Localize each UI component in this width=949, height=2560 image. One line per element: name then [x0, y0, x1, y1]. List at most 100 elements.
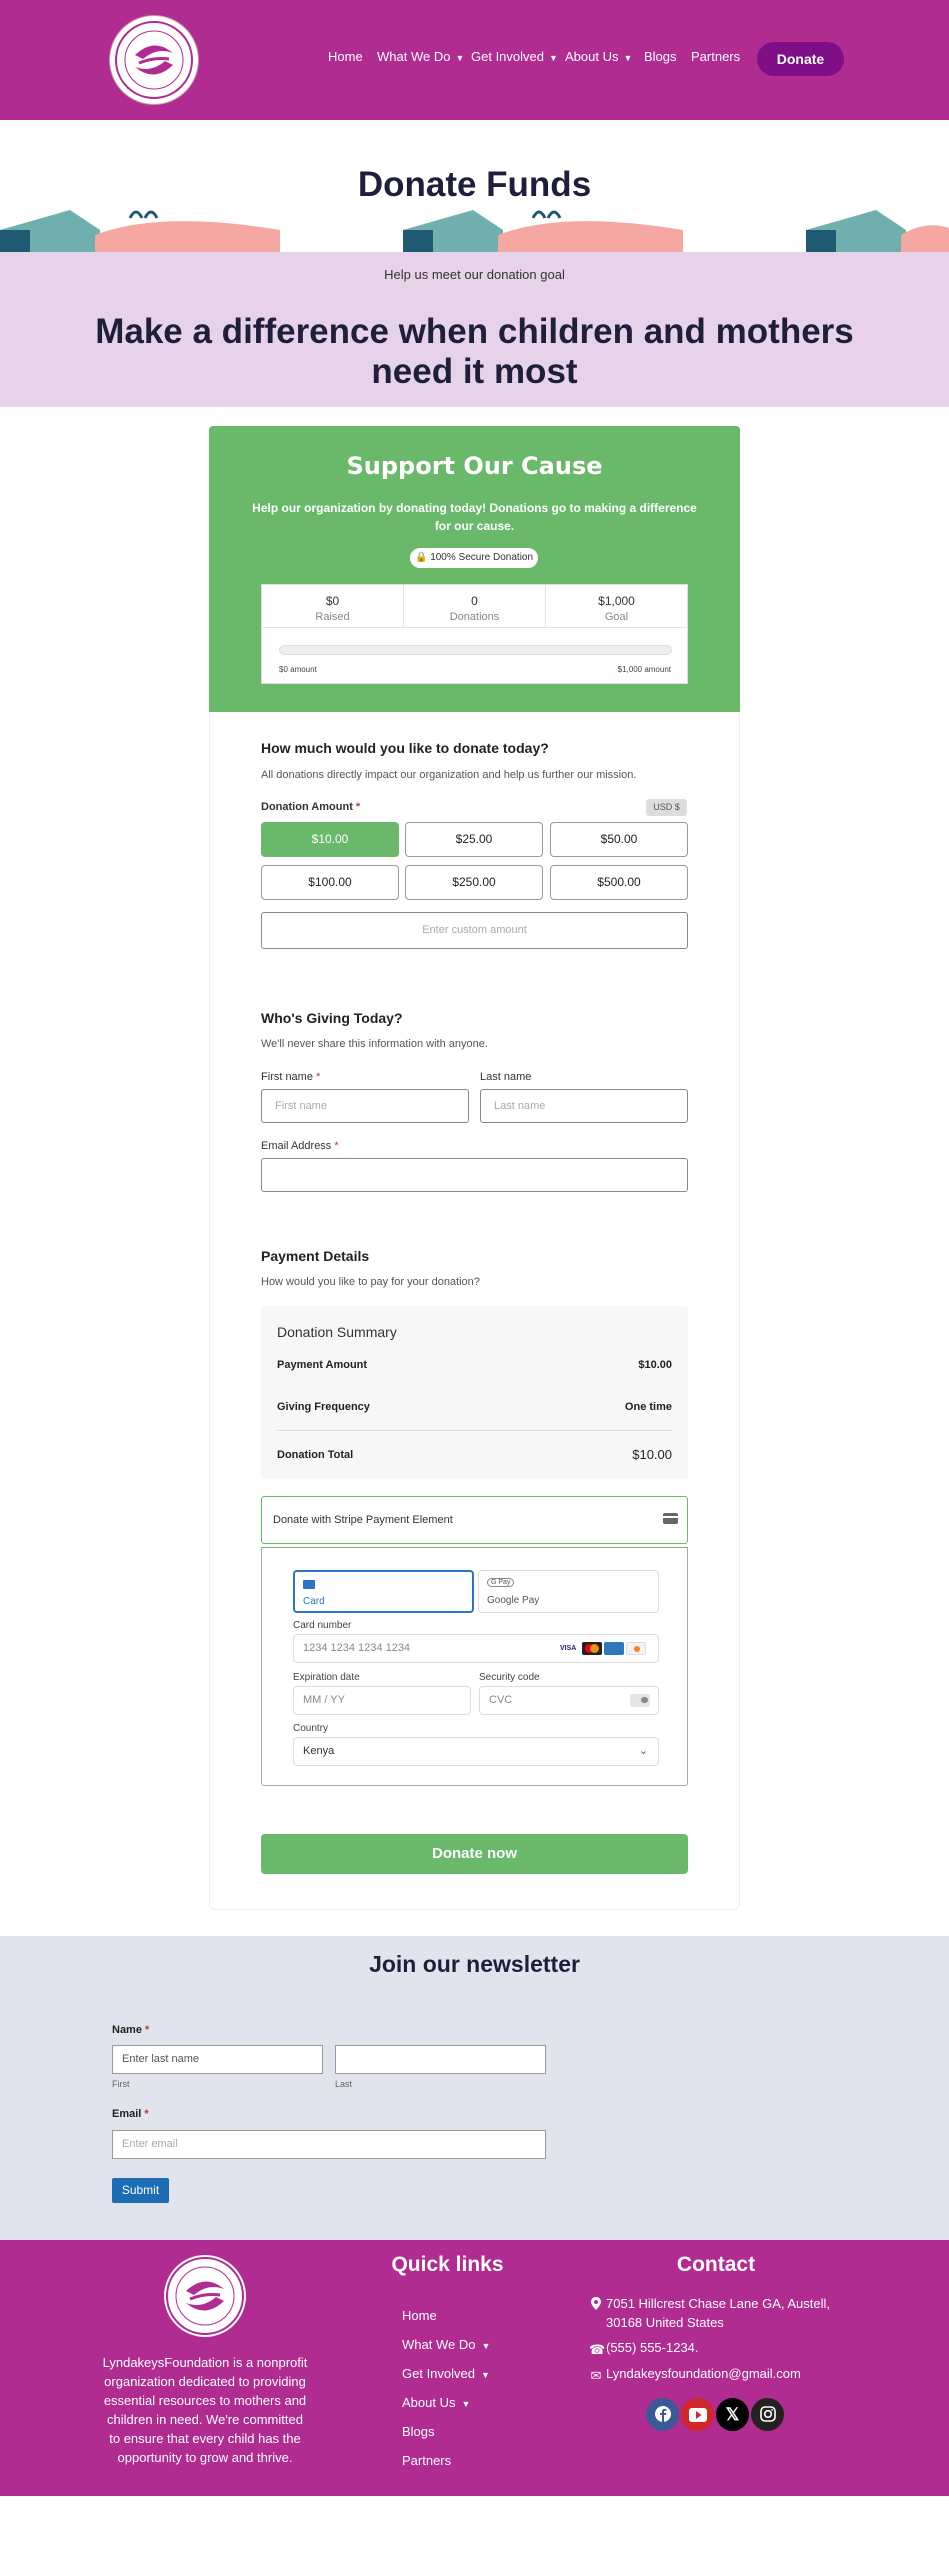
cvc-input[interactable]: CVC	[479, 1686, 659, 1715]
tab-google-pay[interactable]: G Pay Google Pay	[478, 1570, 659, 1613]
footer-link-about-us[interactable]: About Us ▼	[402, 2395, 470, 2410]
progress-max-label: $1,000 amount	[617, 665, 671, 674]
currency-badge: USD $	[646, 799, 687, 816]
last-sublabel: Last	[335, 2079, 353, 2089]
first-name-input[interactable]: First name	[261, 1089, 469, 1123]
amount-option-100[interactable]: $100.00	[261, 865, 399, 900]
footer-logo[interactable]	[164, 2255, 246, 2337]
contact-title: Contact	[676, 2253, 756, 2276]
email-address-input[interactable]	[261, 1158, 688, 1192]
nav-blogs[interactable]: Blogs	[644, 49, 677, 64]
footer-link-blogs[interactable]: Blogs	[402, 2424, 435, 2439]
hero-headline: Make a difference when children and moth…	[95, 312, 854, 391]
goal-progress-bar	[279, 645, 672, 655]
amount-option-500[interactable]: $500.00	[550, 865, 688, 900]
site-header: Home What We Do ▼ Get Involved ▼ About Us ▼…	[0, 0, 949, 120]
country-select[interactable]: Kenya ⌄	[293, 1737, 659, 1766]
secure-donation-badge: 🔒 100% Secure Donation	[410, 548, 538, 568]
stripe-payment-option[interactable]: Donate with Stripe Payment Element	[261, 1496, 688, 1544]
header-donate-button[interactable]: Donate	[757, 42, 844, 76]
google-pay-icon: G Pay	[487, 1578, 515, 1587]
donation-summary: Donation Summary Payment Amount $10.00 Gi…	[261, 1306, 688, 1479]
nav-what-we-do[interactable]: What We Do ▼	[377, 49, 464, 64]
newsletter-name-label: Name *	[112, 2024, 150, 2036]
chevron-down-icon: ▼	[481, 2370, 490, 2380]
amount-option-10[interactable]: $10.00	[261, 822, 399, 857]
stat-raised: $0 Raised	[262, 585, 404, 628]
donation-stats: $0 Raised 0 Donations $1,000 Goal $0 amount…	[261, 584, 688, 684]
contact-phone[interactable]: ☎ (555) 555-1234.	[589, 2338, 839, 2358]
hero-subtitle: Help us meet our donation goal	[384, 267, 565, 282]
site-logo[interactable]	[110, 16, 198, 104]
email-address-label: Email Address *	[261, 1140, 339, 1152]
footer-link-get-involved[interactable]: Get Involved ▼	[402, 2366, 490, 2381]
payment-section-description: How would you like to pay for your donat…	[261, 1276, 480, 1288]
chevron-down-icon: ▼	[549, 53, 558, 63]
stat-goal: $1,000 Goal	[546, 585, 687, 628]
cause-title: Support Our Cause	[346, 452, 603, 480]
amount-option-25[interactable]: $25.00	[405, 822, 543, 857]
contact-address: 7051 Hillcrest Chase Lane GA, Austell, 3…	[589, 2294, 839, 2334]
progress-min-label: $0 amount	[279, 665, 317, 674]
expiry-label: Expiration date	[293, 1672, 360, 1683]
mastercard-icon	[582, 1642, 602, 1655]
expiry-input[interactable]: MM / YY	[293, 1686, 471, 1715]
chevron-down-icon: ▼	[481, 2341, 491, 2351]
card-number-input[interactable]: 1234 1234 1234 1234 VISA	[293, 1634, 659, 1663]
newsletter-last-name-input[interactable]	[335, 2045, 546, 2074]
nav-partners[interactable]: Partners	[691, 49, 740, 64]
facebook-icon[interactable]	[646, 2398, 679, 2431]
card-icon	[663, 1513, 678, 1524]
footer-link-partners[interactable]: Partners	[402, 2453, 451, 2468]
instagram-icon[interactable]	[751, 2398, 784, 2431]
cvc-label: Security code	[479, 1672, 540, 1683]
newsletter-submit-button[interactable]: Submit	[112, 2178, 169, 2203]
summary-row-frequency: Giving Frequency One time	[277, 1401, 672, 1413]
location-pin-icon	[589, 2296, 603, 2315]
nav-get-involved[interactable]: Get Involved ▼	[471, 49, 558, 64]
newsletter-first-name-input[interactable]: Enter last name	[112, 2045, 323, 2074]
newsletter-title: Join our newsletter	[369, 1951, 580, 1977]
giver-section-title: Who's Giving Today?	[261, 1010, 403, 1026]
footer-about-text: LyndakeysFoundation is a nonprofit organ…	[102, 2355, 308, 2465]
nav-about-us[interactable]: About Us ▼	[565, 49, 632, 64]
summary-divider	[277, 1430, 672, 1431]
quick-links-title: Quick links	[391, 2253, 504, 2276]
newsletter-email-label: Email *	[112, 2108, 149, 2120]
amount-option-250[interactable]: $250.00	[405, 865, 543, 900]
summary-row-total: Donation Total $10.00	[277, 1447, 672, 1462]
chevron-down-icon: ▼	[455, 53, 465, 63]
tab-card[interactable]: Card	[293, 1570, 474, 1613]
stripe-option-label: Donate with Stripe Payment Element	[273, 1514, 453, 1526]
last-name-input[interactable]: Last name	[480, 1089, 688, 1123]
stripe-payment-element: Card G Pay Google Pay Card number 1234 1…	[261, 1547, 688, 1786]
newsletter-email-input[interactable]: Enter email	[112, 2130, 546, 2159]
donate-now-button[interactable]: Donate now	[261, 1834, 688, 1874]
lock-icon: 🔒	[414, 552, 428, 563]
first-sublabel: First	[112, 2079, 130, 2089]
last-name-label: Last name	[480, 1071, 532, 1083]
country-label: Country	[293, 1723, 329, 1734]
summary-row-payment-amount: Payment Amount $10.00	[277, 1359, 672, 1371]
summary-title: Donation Summary	[277, 1324, 397, 1340]
discover-icon	[626, 1642, 646, 1655]
footer-link-home[interactable]: Home	[402, 2308, 437, 2323]
contact-email[interactable]: ✉ Lyndakeysfoundation@gmail.com	[589, 2364, 839, 2384]
chevron-down-icon: ▼	[623, 53, 633, 63]
phone-icon: ☎	[589, 2342, 606, 2357]
visa-icon: VISA	[560, 1645, 577, 1652]
amount-option-50[interactable]: $50.00	[550, 822, 688, 857]
chevron-down-icon: ⌄	[638, 1745, 648, 1757]
x-icon[interactable]: 𝕏	[716, 2398, 749, 2431]
card-number-label: Card number	[293, 1620, 352, 1631]
custom-amount-input[interactable]: Enter custom amount	[261, 912, 688, 949]
first-name-label: First name *	[261, 1071, 321, 1083]
page-title: Donate Funds	[357, 165, 592, 204]
chevron-down-icon: ▼	[461, 2399, 471, 2409]
envelope-icon: ✉	[590, 2368, 602, 2383]
footer-link-what-we-do[interactable]: What We Do ▼	[402, 2337, 490, 2352]
amex-icon	[604, 1642, 624, 1655]
youtube-icon[interactable]	[681, 2398, 714, 2431]
nav-home[interactable]: Home	[328, 49, 363, 64]
amount-section-title: How much would you like to donate today?	[261, 740, 549, 756]
